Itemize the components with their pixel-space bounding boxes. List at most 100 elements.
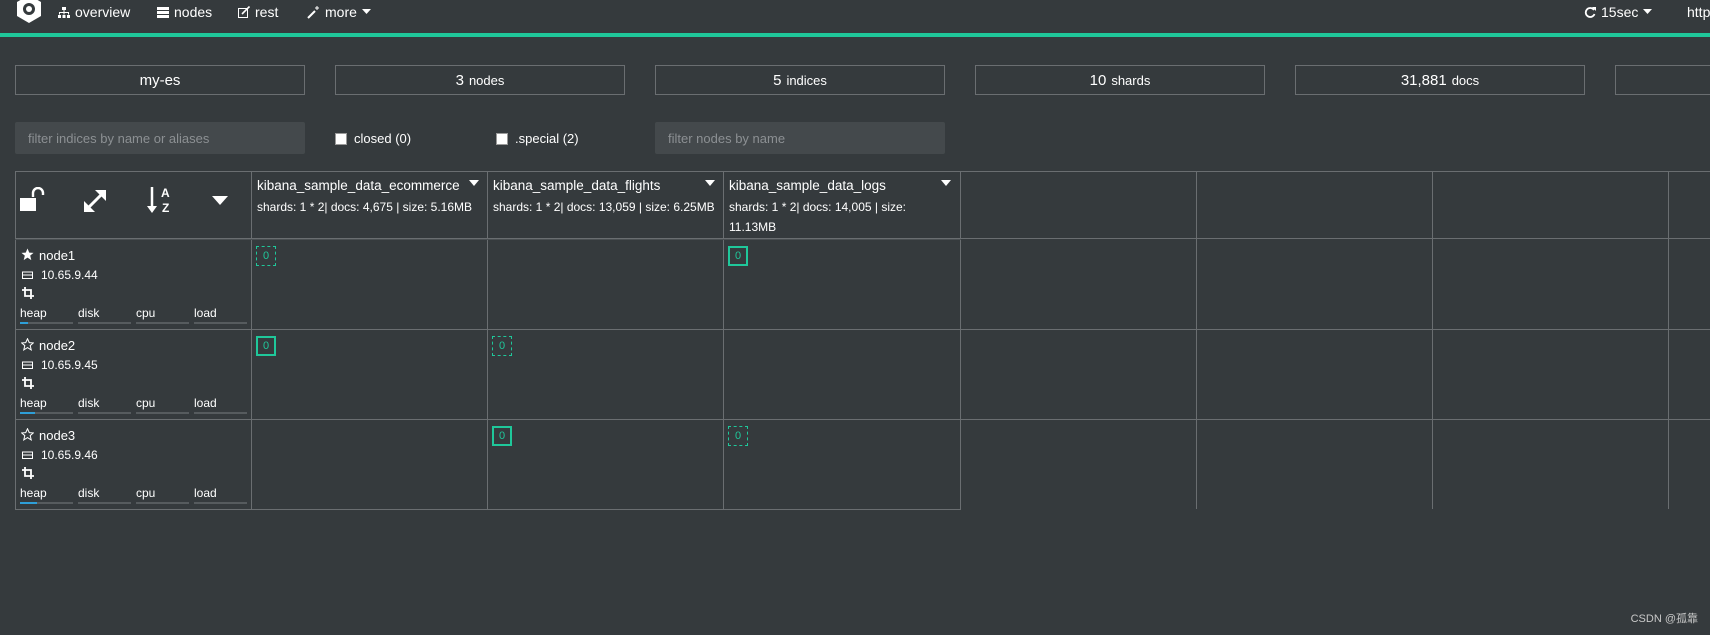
stat-shards: 10 shards [975,65,1265,95]
shard-primary[interactable]: 0 [728,246,748,266]
server-icon [157,6,169,18]
grid-line [15,419,1710,420]
stat-indices: 5 indices [655,65,945,95]
node-row: node2 10.65.9.45 heap disk cpu load [16,330,250,419]
nodes-count: 3 [455,71,464,89]
grid-line [1196,238,1197,509]
hdd-icon [22,361,33,369]
metric-label: heap [20,396,47,410]
metric-label: disk [78,306,100,320]
node-ip: 10.65.9.44 [41,268,98,282]
metric-label: disk [78,486,100,500]
svg-text:Z: Z [162,201,169,215]
crop-icon [22,467,34,479]
caret-down-icon[interactable] [941,180,951,186]
magic-wand-icon [307,5,319,19]
metric-disk: disk [78,486,131,504]
index-info: shards: 1 * 2| docs: 4,675 | size: 5.16M… [257,200,473,214]
stat-nodes: 3 nodes [335,65,625,95]
metric-label: cpu [136,306,156,320]
metric-cpu: cpu [136,306,189,324]
star-filled-icon [21,248,34,261]
node-name[interactable]: node1 [39,248,75,263]
node-name[interactable]: node3 [39,428,75,443]
crop-icon [22,377,34,389]
unlock-icon[interactable] [19,187,45,213]
nav-rest[interactable]: rest [238,4,278,20]
metric-label: disk [78,396,100,410]
shard-primary[interactable]: 0 [256,336,276,356]
hdd-icon [22,451,33,459]
index-name[interactable]: kibana_sample_data_ecommerce [257,178,460,193]
refresh-interval-label: 15sec [1601,4,1639,20]
cluster-url[interactable]: http [1687,4,1710,20]
index-header[interactable]: kibana_sample_data_logs shards: 1 * 2| d… [724,172,956,238]
closed-checkbox[interactable]: closed (0) [335,131,411,146]
navbar: overview nodes rest more 15sec http [0,0,1710,33]
nav-nodes[interactable]: nodes [157,4,212,20]
svg-text:A: A [161,186,170,200]
index-header[interactable]: kibana_sample_data_flights shards: 1 * 2… [488,172,720,238]
crop-icon [22,287,34,299]
caret-down-icon [361,9,371,14]
node-row: node1 10.65.9.44 heap disk cpu load [16,240,250,329]
shard-primary[interactable]: 0 [492,426,512,446]
grid-line [15,329,1710,330]
shard-replica[interactable]: 0 [492,336,512,356]
grid-line [960,238,961,509]
filter-indices-input[interactable] [15,122,305,154]
watermark: CSDN @孤靠 [1630,613,1698,625]
metric-label: cpu [136,486,156,500]
index-info: shards: 1 * 2| docs: 13,059 | size: 6.25… [493,200,715,214]
star-outline-icon [21,428,34,441]
closed-checkbox-box[interactable] [335,132,347,145]
shard-replica[interactable]: 0 [256,246,276,266]
shards-count: 10 [1089,71,1107,89]
filter-nodes-input[interactable] [655,122,945,154]
star-outline-icon [21,338,34,351]
heap-bar-fill [20,502,37,504]
metric-heap: heap [20,396,73,414]
node-name[interactable]: node2 [39,338,75,353]
grid-line [1432,171,1433,238]
special-checkbox[interactable]: .special (2) [496,131,579,146]
indices-count: 5 [773,71,782,89]
metric-label: cpu [136,396,156,410]
hdd-icon [22,271,33,279]
nav-rest-label: rest [255,4,279,20]
caret-down-icon[interactable] [705,180,715,186]
stat-cluster-name: my-es [15,65,305,95]
heap-bar [20,322,73,324]
metric-label: heap [20,306,47,320]
grid-line [1432,238,1433,509]
caret-down-icon[interactable] [212,196,228,206]
refresh-dropdown[interactable]: 15sec [1584,4,1653,20]
special-checkbox-box[interactable] [496,132,508,145]
grid-line [15,509,961,510]
docs-count: 31,881 [1400,71,1447,89]
nav-overview[interactable]: overview [58,4,130,20]
caret-down-icon[interactable] [469,180,479,186]
elasticsearch-head-logo-icon[interactable] [14,0,44,24]
metric-label: load [194,306,217,320]
metric-label: heap [20,486,47,500]
expand-icon[interactable] [82,188,108,214]
stat-size [1615,65,1710,95]
nav-more[interactable]: more [307,4,371,20]
index-name[interactable]: kibana_sample_data_logs [729,178,886,193]
nodes-label: nodes [468,72,505,88]
shard-replica[interactable]: 0 [728,426,748,446]
nav-overview-label: overview [75,4,131,20]
cpu-bar [136,502,189,504]
cluster-name: my-es [139,71,181,89]
heap-bar-fill [20,412,35,414]
caret-down-icon [1643,9,1653,14]
load-bar [194,502,247,504]
index-name[interactable]: kibana_sample_data_flights [493,178,660,193]
stat-docs: 31,881 docs [1295,65,1585,95]
index-header[interactable]: kibana_sample_data_ecommerce shards: 1 *… [252,172,484,238]
sort-az-icon[interactable]: A Z [147,185,175,215]
nav-nodes-label: nodes [174,4,213,20]
metric-cpu: cpu [136,486,189,504]
navbar-accent-line [0,33,1710,37]
